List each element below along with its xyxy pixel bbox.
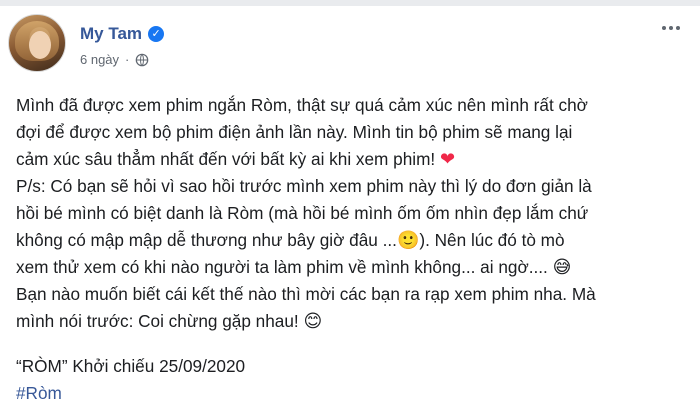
- post-line: cảm xúc sâu thẳm nhất đến với bất kỳ ai …: [16, 146, 688, 173]
- verified-badge-icon: ✓: [148, 26, 165, 42]
- post-line: hồi bé mình có biệt danh là Ròm (mà hồi …: [16, 203, 589, 223]
- post-text: Mình đã được xem phim ngắn Ròm, thật sự …: [16, 92, 688, 335]
- facebook-post: My Tam ✓ 6 ngày · Mình đã được xem phim …: [0, 0, 700, 409]
- avatar[interactable]: [8, 14, 66, 72]
- post-footer: “RÒM” Khởi chiếu 25/09/2020 #Ròm: [16, 353, 688, 407]
- blush-emoji-icon: 😊: [303, 311, 323, 331]
- post-line: P/s: Có bạn sẽ hỏi vì sao hồi trước mình…: [16, 176, 592, 196]
- post-line: đợi để được xem bộ phim điện ảnh lần này…: [16, 122, 573, 142]
- post-line-text: xem thử xem có khi nào người ta làm phim…: [16, 257, 548, 277]
- post-line-text: mình nói trước: Coi chừng gặp nhau!: [16, 311, 299, 331]
- more-dot: [669, 26, 673, 30]
- top-divider: [0, 0, 700, 6]
- post-line-text: cảm xúc sâu thẳm nhất đến với bất kỳ ai …: [16, 149, 436, 169]
- heart-emoji-icon: ❤: [439, 149, 456, 169]
- author-name[interactable]: My Tam: [80, 24, 142, 44]
- post-time[interactable]: 6 ngày: [80, 52, 119, 67]
- post-line: xem thử xem có khi nào người ta làm phim…: [16, 254, 688, 281]
- more-dot: [676, 26, 680, 30]
- post-body: Mình đã được xem phim ngắn Ròm, thật sự …: [16, 92, 688, 407]
- meta-separator: ·: [125, 52, 130, 67]
- post-line: mình nói trước: Coi chừng gặp nhau! 😊: [16, 308, 688, 335]
- more-dot: [662, 26, 666, 30]
- post-line: Bạn nào muốn biết cái kết thế nào thì mờ…: [16, 284, 596, 304]
- globe-icon[interactable]: [135, 53, 149, 67]
- post-line: Mình đã được xem phim ngắn Ròm, thật sự …: [16, 95, 588, 115]
- post-meta: 6 ngày ·: [80, 52, 149, 67]
- post-line-text: không có mập mập dễ thương như bây giờ đ…: [16, 230, 397, 250]
- hashtag-link[interactable]: #Ròm: [16, 380, 688, 407]
- grin-sweat-emoji-icon: 😅: [552, 257, 572, 277]
- smile-emoji-icon: 🙂: [396, 230, 420, 250]
- author-row: My Tam ✓: [80, 24, 165, 44]
- release-info: “RÒM” Khởi chiếu 25/09/2020: [16, 356, 246, 376]
- avatar-face: [29, 31, 51, 59]
- more-options-icon[interactable]: [660, 22, 682, 34]
- post-line: không có mập mập dễ thương như bây giờ đ…: [16, 227, 688, 254]
- post-line-text: ). Nên lúc đó tò mò: [419, 230, 565, 250]
